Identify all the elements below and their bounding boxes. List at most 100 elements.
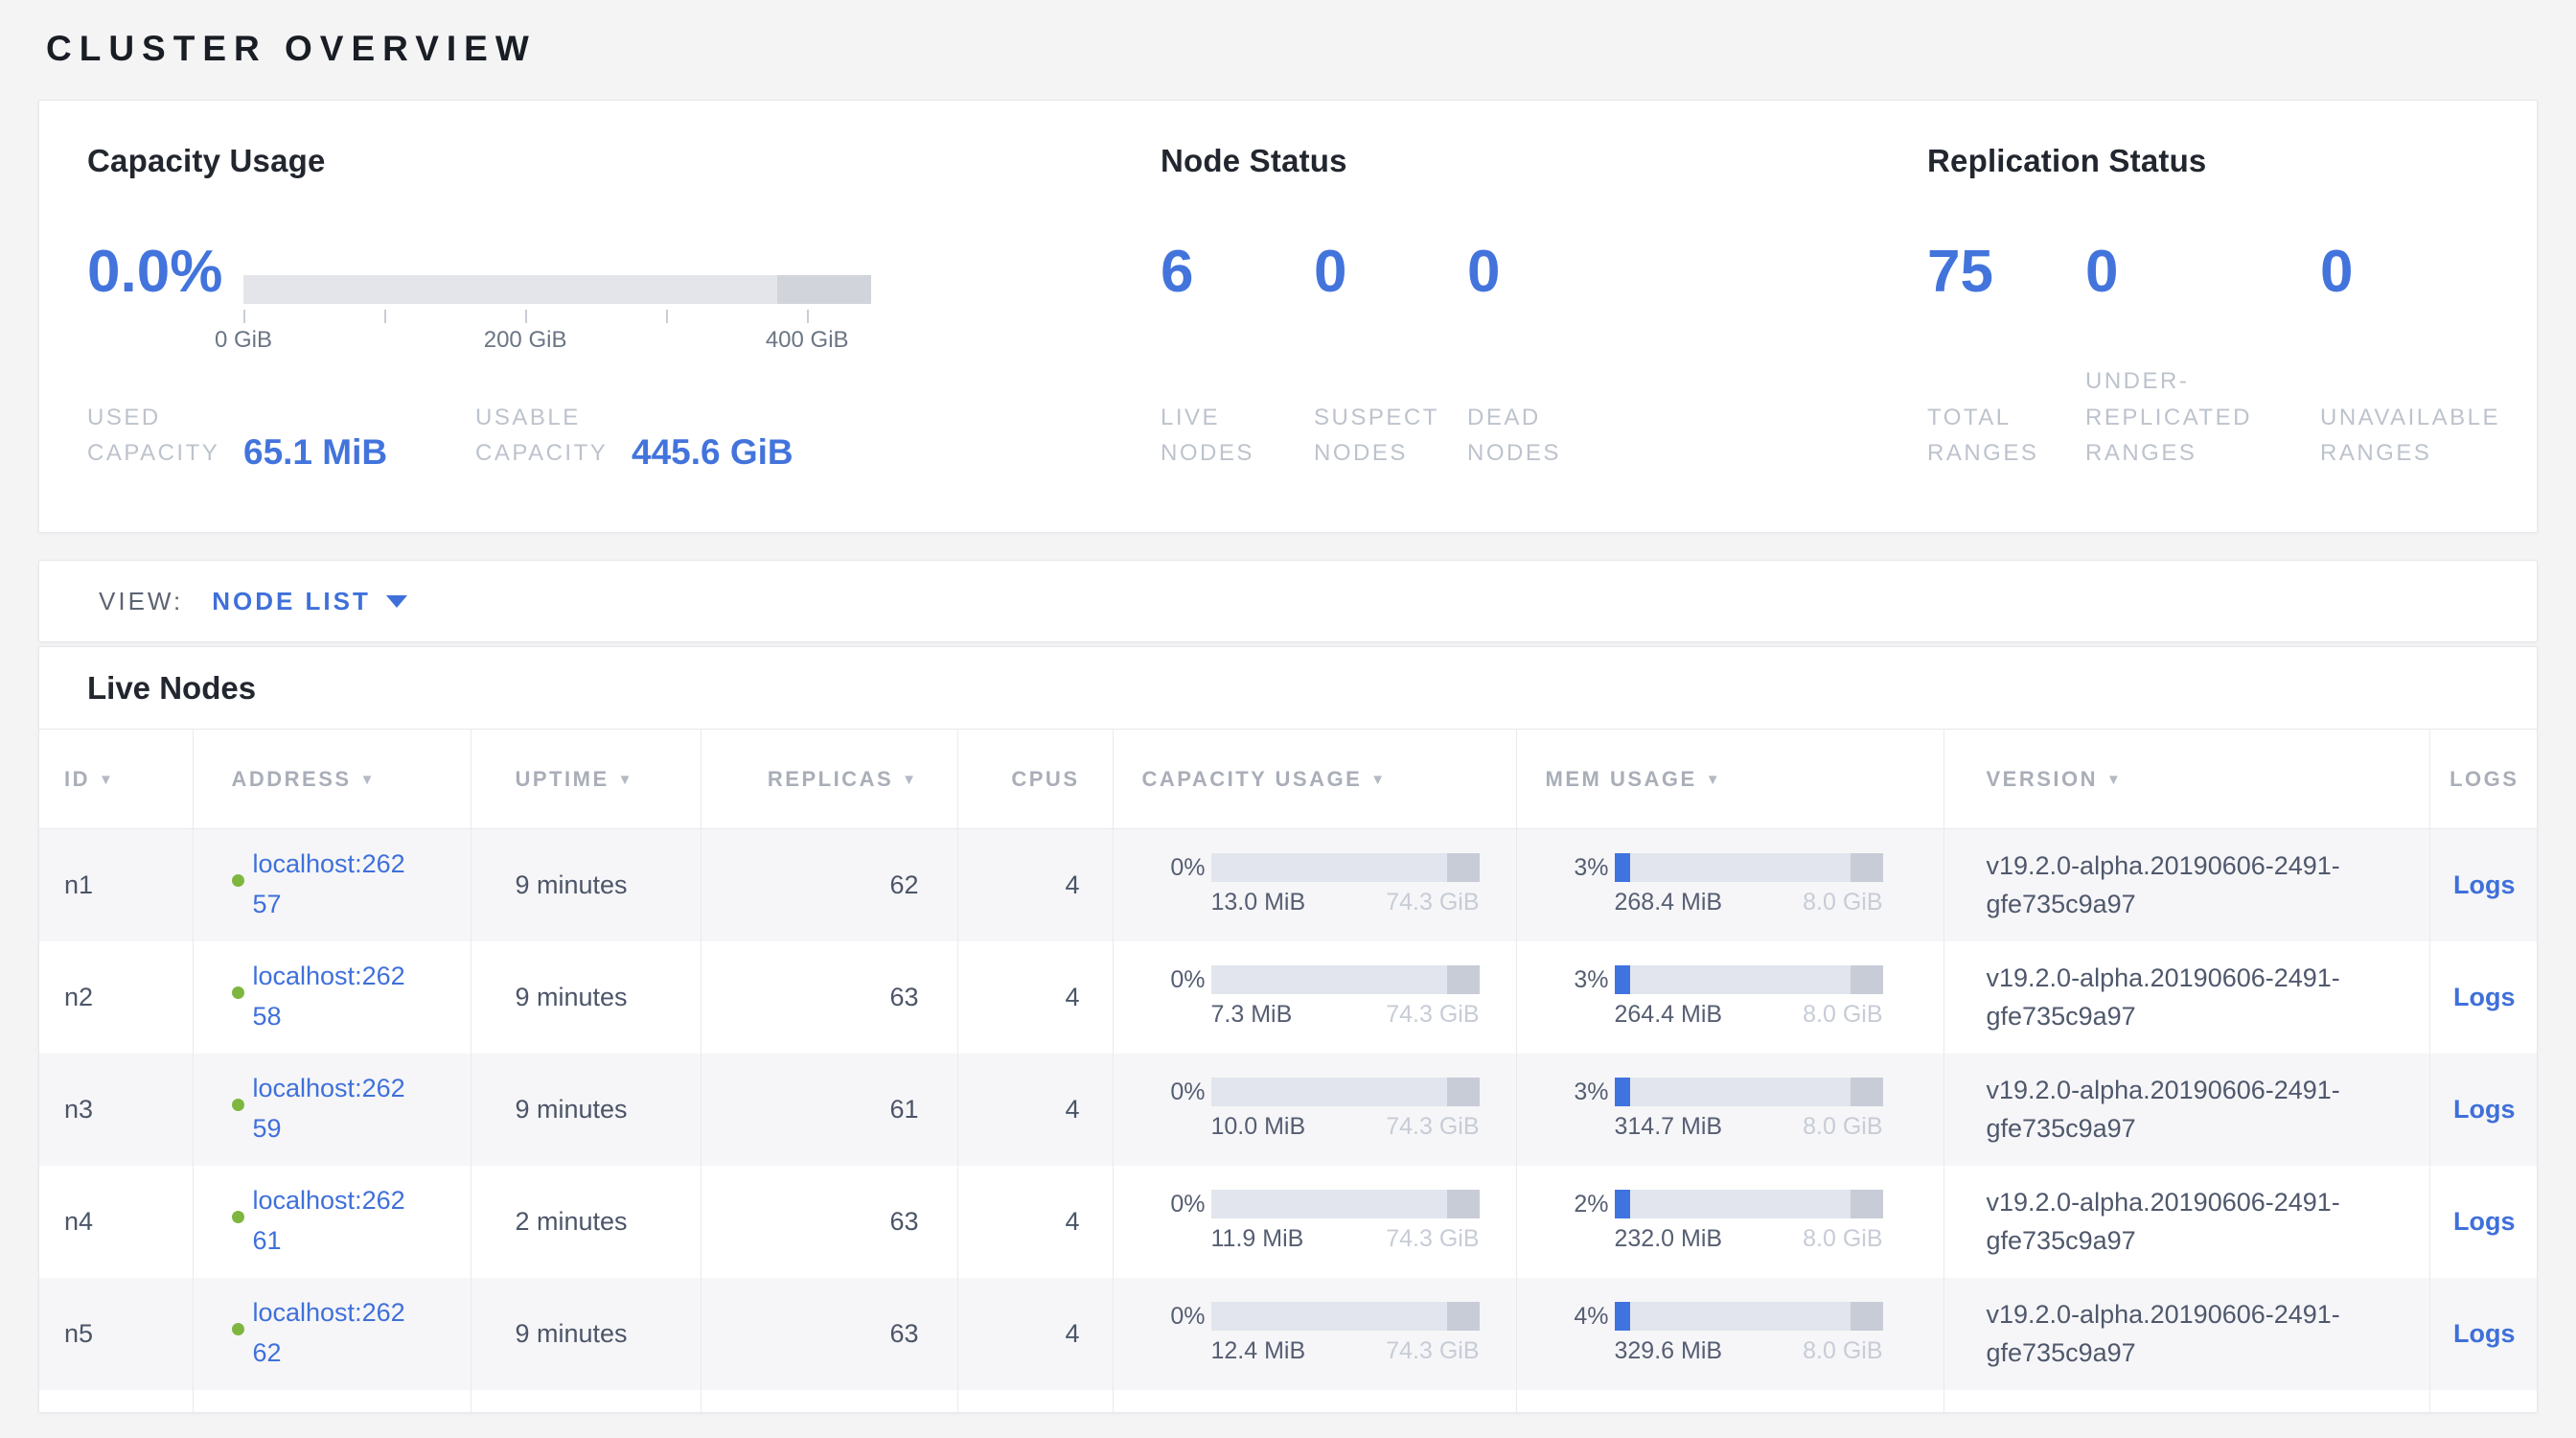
- memory-bar: [1615, 1302, 1883, 1331]
- axis-tick: [243, 310, 245, 323]
- mem-usage-cell: 3% 314.7 MiB8.0 GiB: [1516, 1054, 1944, 1166]
- node-address-link[interactable]: localhost:26261: [253, 1181, 416, 1262]
- capacity-usage-cell: 0% 12.4 MiB74.3 GiB: [1113, 1278, 1516, 1390]
- suspect-nodes-label: SUSPECT NODES: [1314, 400, 1467, 471]
- column-header-replicas[interactable]: REPLICAS▼: [701, 730, 957, 829]
- axis-label: 200 GiB: [484, 327, 567, 354]
- column-label: ID: [64, 767, 90, 791]
- node-version-cell: v19.2.0-alpha.20190606-2491-gfe735c9a97: [1944, 829, 2429, 941]
- memory-reserved-segment: [1851, 965, 1883, 994]
- capacity-total-value: 74.3 GiB: [1386, 1225, 1479, 1253]
- node-status-title: Node Status: [1161, 143, 1927, 179]
- node-uptime-cell: 2 minutes: [471, 1166, 701, 1278]
- column-header-version[interactable]: VERSION▼: [1944, 730, 2429, 829]
- live-nodes-panel: Live Nodes ID▼ADDRESS▼UPTIME▼REPLICAS▼CP…: [38, 646, 2538, 1413]
- memory-bar: [1615, 853, 1883, 882]
- usable-capacity-label: USABLE CAPACITY: [475, 400, 632, 471]
- node-version-cell: v19.2.0-alpha.20190606-2491-gfe735c9a97: [1944, 1054, 2429, 1166]
- column-header-capacity-usage[interactable]: CAPACITY USAGE▼: [1113, 730, 1516, 829]
- page-title: CLUSTER OVERVIEW: [46, 29, 2538, 69]
- column-header-id[interactable]: ID▼: [39, 730, 193, 829]
- used-capacity-value: 65.1 MiB: [243, 434, 387, 470]
- empty-cell: [1516, 1390, 1944, 1414]
- empty-cell: [1113, 1390, 1516, 1414]
- mem-usage-cell: 4% 329.6 MiB8.0 GiB: [1516, 1278, 1944, 1390]
- logs-link[interactable]: Logs: [2453, 1319, 2516, 1348]
- node-cpus-cell: 4: [957, 1166, 1113, 1278]
- table-header-row: ID▼ADDRESS▼UPTIME▼REPLICAS▼CPUSCAPACITY …: [39, 730, 2538, 829]
- memory-used-segment: [1615, 1302, 1630, 1331]
- view-selected-value: NODE LIST: [212, 587, 371, 616]
- axis-label: 400 GiB: [766, 327, 849, 354]
- node-id-cell: n1: [39, 829, 193, 941]
- cluster-overview-page: CLUSTER OVERVIEW Capacity Usage 0.0% 0 G…: [0, 29, 2576, 1413]
- node-address-link[interactable]: localhost:26257: [253, 845, 416, 925]
- column-label: CPUS: [1011, 767, 1079, 791]
- logs-link[interactable]: Logs: [2453, 1207, 2516, 1236]
- capacity-bar: [1211, 1078, 1480, 1106]
- column-header-mem-usage[interactable]: MEM USAGE▼: [1516, 730, 1944, 829]
- table-row: n4 localhost:26261 2 minutes 63 4 0% 11.…: [39, 1166, 2538, 1278]
- capacity-used-value: 13.0 MiB: [1211, 889, 1306, 916]
- capacity-stats-row: USED CAPACITY 65.1 MiB USABLE CAPACITY 4…: [87, 400, 863, 471]
- memory-used-segment: [1615, 1190, 1630, 1218]
- logs-link[interactable]: Logs: [2453, 983, 2516, 1011]
- view-label: VIEW:: [99, 587, 183, 616]
- node-address-cell: localhost:26259: [193, 1054, 471, 1166]
- empty-cell: [471, 1390, 701, 1414]
- capacity-reserved-segment: [1447, 1302, 1480, 1331]
- memory-used-value: 268.4 MiB: [1615, 889, 1723, 916]
- node-address-cell: localhost:26257: [193, 829, 471, 941]
- column-header-address[interactable]: ADDRESS▼: [193, 730, 471, 829]
- node-cpus-cell: 4: [957, 1054, 1113, 1166]
- column-header-uptime[interactable]: UPTIME ▼: [471, 730, 701, 829]
- node-version-cell: v19.2.0-alpha.20190606-2491-gfe735c9a97: [1944, 941, 2429, 1054]
- sort-arrow-icon: ▼: [360, 772, 377, 788]
- node-cpus-cell: 4: [957, 941, 1113, 1054]
- live-status-dot-icon: [232, 1323, 244, 1335]
- capacity-usage-section: Capacity Usage 0.0% 0 GiB 200 GiB 400 Gi…: [87, 143, 1161, 471]
- memory-total-value: 8.0 GiB: [1803, 1337, 1882, 1365]
- column-label: CAPACITY USAGE: [1142, 767, 1363, 791]
- node-logs-cell: Logs: [2429, 829, 2538, 941]
- capacity-usage-title: Capacity Usage: [87, 143, 1161, 179]
- memory-used-value: 329.6 MiB: [1615, 1337, 1723, 1365]
- node-replicas-cell: 62: [701, 829, 957, 941]
- memory-percent: 3%: [1555, 966, 1609, 994]
- node-address-link[interactable]: localhost:26262: [253, 1293, 416, 1374]
- column-label: UPTIME: [516, 767, 610, 791]
- node-cpus-cell: 4: [957, 1278, 1113, 1390]
- node-cpus-cell: 4: [957, 829, 1113, 941]
- memory-total-value: 8.0 GiB: [1803, 1225, 1882, 1253]
- replication-labels: TOTAL RANGES UNDER-REPLICATED RANGES UNA…: [1927, 363, 2541, 471]
- node-address-cell: localhost:26261: [193, 1166, 471, 1278]
- column-header-cpus: CPUS: [957, 730, 1113, 829]
- node-uptime-cell: 9 minutes: [471, 1054, 701, 1166]
- cluster-summary-panel: Capacity Usage 0.0% 0 GiB 200 GiB 400 Gi…: [38, 100, 2538, 533]
- node-id-cell: n2: [39, 941, 193, 1054]
- node-address-link[interactable]: localhost:26258: [253, 957, 416, 1037]
- replication-status-title: Replication Status: [1927, 143, 2537, 179]
- memory-percent: 3%: [1555, 1078, 1609, 1106]
- under-replicated-ranges-label: UNDER-REPLICATED RANGES: [2085, 363, 2320, 471]
- logs-link[interactable]: Logs: [2453, 870, 2516, 899]
- capacity-bar: [1211, 853, 1480, 882]
- empty-cell: [2429, 1390, 2538, 1414]
- node-version-cell: v19.2.0-alpha.20190606-2491-gfe735c9a97: [1944, 1166, 2429, 1278]
- under-replicated-ranges-count: 0: [2085, 243, 2320, 302]
- live-status-dot-icon: [232, 1099, 244, 1111]
- capacity-bar: [1211, 1190, 1480, 1218]
- sort-arrow-icon: ▼: [902, 772, 918, 788]
- view-selector-bar: VIEW: NODE LIST: [38, 560, 2538, 642]
- view-dropdown[interactable]: NODE LIST: [212, 587, 407, 616]
- column-label: MEM USAGE: [1546, 767, 1697, 791]
- node-address-link[interactable]: localhost:26259: [253, 1069, 416, 1149]
- sort-arrow-icon: ▼: [618, 772, 634, 788]
- node-replicas-cell: 63: [701, 941, 957, 1054]
- axis-tick: [384, 310, 386, 323]
- logs-link[interactable]: Logs: [2453, 1095, 2516, 1124]
- column-label: VERSION: [1987, 767, 2099, 791]
- table-row: n3 localhost:26259 9 minutes 61 4 0% 10.…: [39, 1054, 2538, 1166]
- column-label: LOGS: [2450, 767, 2518, 791]
- live-status-dot-icon: [232, 1211, 244, 1223]
